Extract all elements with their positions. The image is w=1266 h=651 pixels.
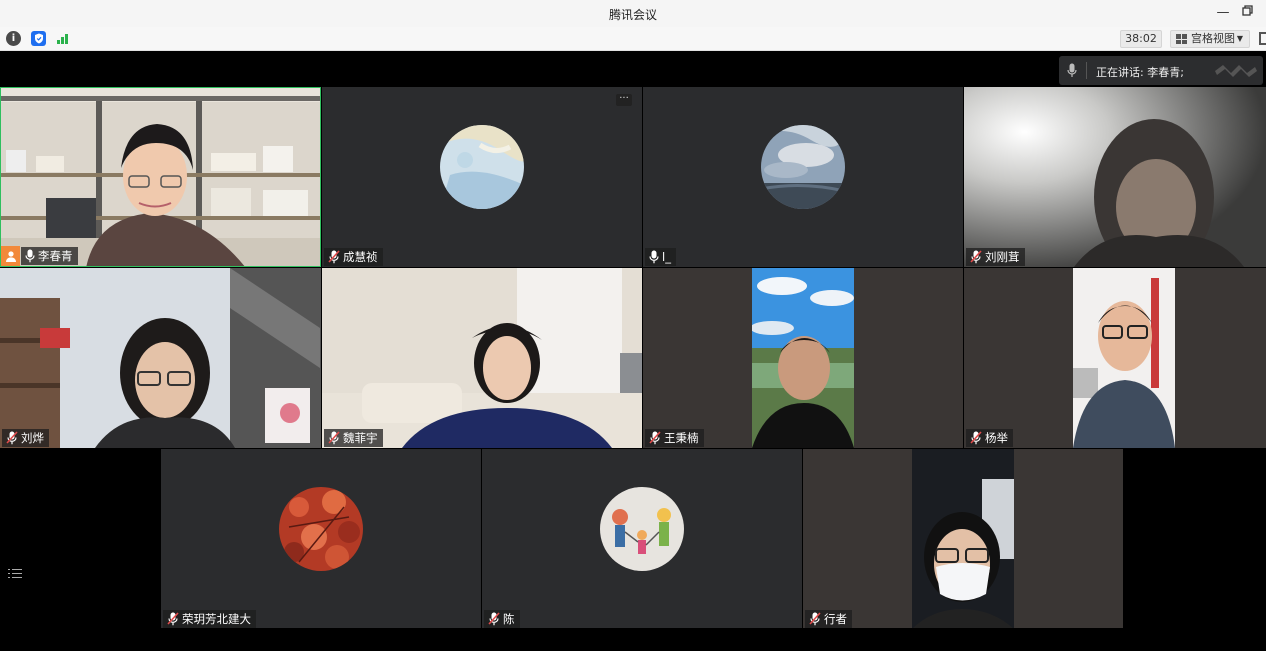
view-mode-dropdown[interactable]: 宫格视图 ▼	[1170, 30, 1250, 48]
minimize-button[interactable]: —	[1214, 4, 1232, 22]
participant-video	[752, 268, 854, 448]
participant-video	[964, 87, 1266, 267]
participant-tile[interactable]: 王秉楠	[643, 268, 963, 448]
restore-button[interactable]	[1238, 4, 1256, 22]
microphone-icon	[649, 250, 659, 264]
shield-icon[interactable]	[31, 31, 46, 46]
participant-tile[interactable]: 陈	[482, 449, 802, 629]
meeting-toolbar: i 38:02 宫格视图 ▼	[0, 27, 1266, 51]
participant-label: 成慧祯	[324, 248, 383, 266]
participant-tile[interactable]: 刘刚茸	[964, 87, 1266, 267]
muted-microphone-icon	[328, 250, 340, 264]
participant-video	[322, 268, 642, 448]
participant-label: 魏菲宇	[324, 429, 383, 447]
participant-tile[interactable]: 行者	[803, 449, 1123, 629]
audio-wave-icon	[1215, 65, 1257, 77]
participant-name: 行者	[824, 612, 847, 626]
participant-name: 成慧祯	[343, 250, 378, 264]
restore-icon	[1241, 5, 1253, 16]
participant-label: 陈	[484, 610, 520, 628]
host-icon	[5, 251, 16, 262]
participant-video	[1073, 268, 1175, 448]
member-list-icon[interactable]	[8, 567, 22, 580]
speaking-indicator: 正在讲话: 李春青;	[1059, 56, 1263, 85]
view-mode-label: 宫格视图	[1191, 32, 1235, 45]
participant-avatar	[600, 487, 684, 571]
participant-avatar	[761, 125, 845, 209]
grid-icon	[1176, 34, 1187, 44]
bottom-bar	[0, 628, 1266, 651]
muted-microphone-icon	[970, 431, 982, 445]
fullscreen-icon[interactable]	[1259, 32, 1266, 45]
speaking-text: 正在讲话: 李春青;	[1096, 66, 1184, 79]
muted-microphone-icon	[328, 431, 340, 445]
participant-name: 李春青	[38, 249, 73, 263]
title-bar: 腾讯会议 —	[0, 0, 1266, 27]
participant-video	[0, 268, 321, 448]
window-title: 腾讯会议	[608, 8, 657, 22]
participant-tile[interactable]: 刘烨	[0, 268, 321, 448]
participant-video	[1, 88, 320, 266]
muted-microphone-icon	[488, 612, 500, 626]
participant-tile[interactable]: 杨举	[964, 268, 1266, 448]
muted-microphone-icon	[649, 431, 661, 445]
participant-label: 行者	[805, 610, 852, 628]
participant-name: 王秉楠	[664, 431, 699, 445]
participant-label: 王秉楠	[645, 429, 704, 447]
participant-tile[interactable]: 荣玥芳北建大	[161, 449, 481, 629]
participant-avatar	[279, 487, 363, 571]
participant-name: 刘烨	[21, 431, 44, 445]
participant-label: 刘刚茸	[966, 248, 1025, 266]
signal-icon[interactable]	[56, 31, 71, 46]
participant-name: l_	[662, 250, 671, 264]
host-badge	[1, 246, 20, 266]
info-icon[interactable]: i	[6, 31, 21, 46]
more-options-button[interactable]: ···	[616, 94, 632, 106]
muted-microphone-icon	[970, 250, 982, 264]
participant-name: 刘刚茸	[985, 250, 1020, 264]
participant-label: 刘烨	[2, 429, 49, 447]
muted-microphone-icon	[809, 612, 821, 626]
participant-label: 杨举	[966, 429, 1013, 447]
participant-tile[interactable]: 李春青	[0, 87, 321, 267]
participant-label: l_	[645, 248, 676, 266]
muted-microphone-icon	[6, 431, 18, 445]
muted-microphone-icon	[167, 612, 179, 626]
participant-label: 荣玥芳北建大	[163, 610, 256, 628]
chevron-down-icon: ▼	[1236, 34, 1243, 43]
microphone-icon	[25, 249, 35, 263]
participant-label: 李春青	[21, 247, 78, 265]
meeting-timer: 38:02	[1120, 30, 1162, 48]
participant-tile[interactable]: 魏菲宇	[322, 268, 642, 448]
participant-avatar	[440, 125, 524, 209]
microphone-icon	[1067, 63, 1077, 77]
participant-tile[interactable]: l_	[643, 87, 963, 267]
participant-name: 陈	[503, 612, 515, 626]
participant-name: 荣玥芳北建大	[182, 612, 251, 626]
participant-tile[interactable]: ··· 成慧祯	[322, 87, 642, 267]
participant-name: 杨举	[985, 431, 1008, 445]
participant-video	[912, 449, 1014, 629]
participant-name: 魏菲宇	[343, 431, 378, 445]
